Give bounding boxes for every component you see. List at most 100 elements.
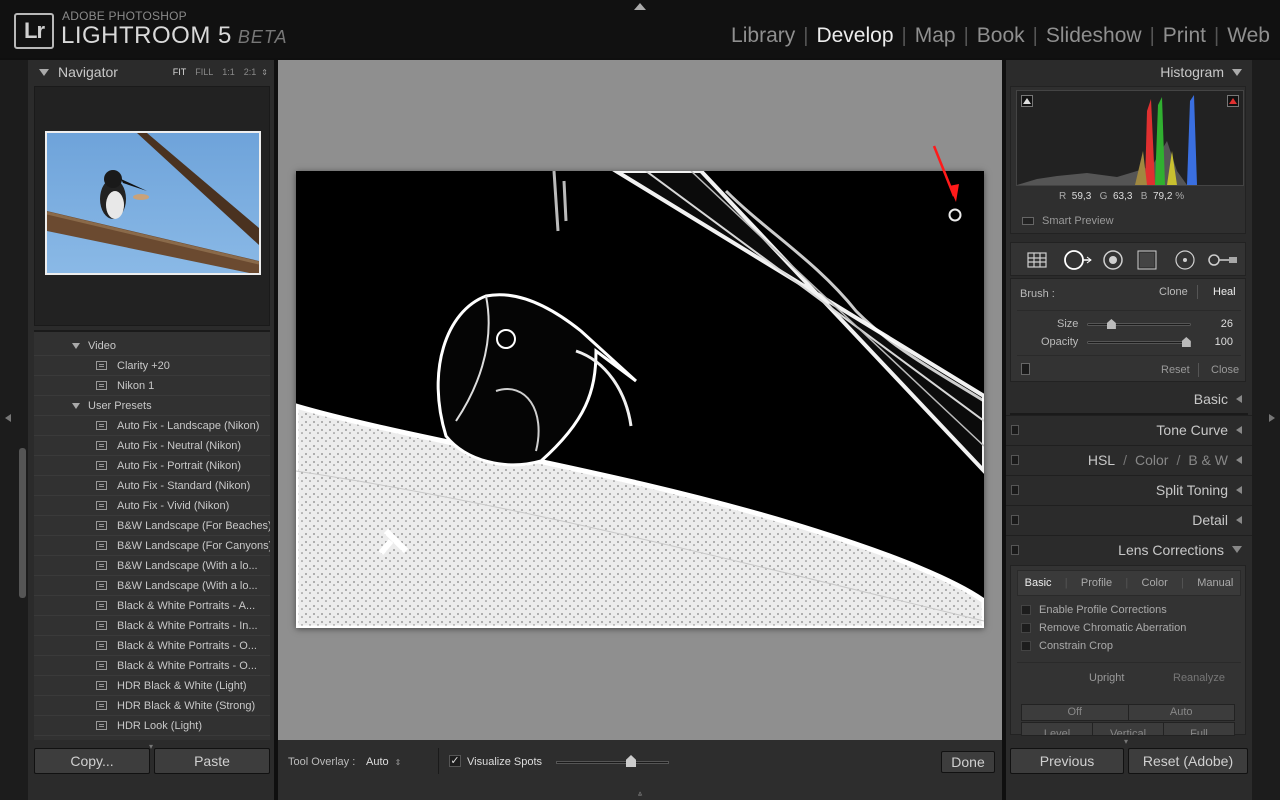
upright-level-button[interactable]: Level xyxy=(1022,723,1093,735)
shadow-clipping-toggle[interactable] xyxy=(1021,95,1033,107)
zoom-fill[interactable]: FILL xyxy=(195,67,213,77)
color-title[interactable]: Color xyxy=(1135,452,1168,468)
preset-item[interactable]: Black & White Portraits - O... xyxy=(34,656,270,676)
checkbox[interactable] xyxy=(1021,641,1031,651)
zoom-stepper-icon[interactable]: ⇕ xyxy=(261,68,268,77)
preset-item[interactable]: HDR Black & White (Strong) xyxy=(34,696,270,716)
navigator-thumbnail[interactable] xyxy=(45,131,261,275)
zoom-2-1[interactable]: 2:1 xyxy=(244,67,257,77)
size-value[interactable]: 26 xyxy=(1199,318,1233,330)
histogram-header[interactable]: Histogram xyxy=(1006,60,1252,84)
lens-tab-manual[interactable]: Manual xyxy=(1197,577,1233,589)
tool-overlay-select[interactable]: Auto ⇕ xyxy=(366,756,401,768)
preset-item[interactable]: Black & White Portraits - O... xyxy=(34,636,270,656)
tool-switch-icon[interactable] xyxy=(1021,363,1030,375)
preset-item[interactable]: Auto Fix - Neutral (Nikon) xyxy=(34,436,270,456)
constrain-crop-option[interactable]: Constrain Crop xyxy=(1021,640,1113,652)
hsl-title[interactable]: HSL xyxy=(1088,452,1115,468)
size-slider[interactable] xyxy=(1087,323,1191,326)
visualize-spots-image[interactable] xyxy=(296,171,984,628)
clone-option[interactable]: Clone xyxy=(1159,286,1188,298)
panel-switch-icon[interactable] xyxy=(1011,515,1019,525)
preset-item[interactable]: Auto Fix - Portrait (Nikon) xyxy=(34,456,270,476)
lens-tab-color[interactable]: Color xyxy=(1142,577,1168,589)
red-eye-icon[interactable] xyxy=(1101,249,1125,271)
size-slider-thumb[interactable] xyxy=(1106,319,1116,329)
histogram-graph[interactable] xyxy=(1016,90,1244,186)
module-library[interactable]: Library xyxy=(723,24,803,48)
panel-switch-icon[interactable] xyxy=(1011,425,1019,435)
bw-title[interactable]: B & W xyxy=(1188,452,1228,468)
preset-folder[interactable]: User Presets xyxy=(34,396,270,416)
module-print[interactable]: Print xyxy=(1155,24,1214,48)
adjustment-brush-icon[interactable] xyxy=(1207,250,1239,270)
left-scrollbar[interactable] xyxy=(19,448,26,598)
navigator-header[interactable]: Navigator FIT FILL 1:1 2:1 ⇕ xyxy=(28,60,274,84)
left-panel-toggle-icon[interactable] xyxy=(5,414,11,422)
upright-vertical-button[interactable]: Vertical xyxy=(1093,723,1164,735)
radial-filter-icon[interactable] xyxy=(1173,249,1197,271)
done-button[interactable]: Done xyxy=(941,751,995,773)
preset-folder[interactable]: Video xyxy=(34,336,270,356)
module-slideshow[interactable]: Slideshow xyxy=(1038,24,1150,48)
paste-button[interactable]: Paste xyxy=(154,748,270,774)
visualize-spots-checkbox[interactable]: ✓ xyxy=(449,755,461,767)
module-map[interactable]: Map xyxy=(907,24,964,48)
close-link[interactable]: Close xyxy=(1211,364,1239,376)
reset-link[interactable]: Reset xyxy=(1161,364,1190,376)
preset-item[interactable]: B&W Landscape (For Canyons) xyxy=(34,536,270,556)
module-book[interactable]: Book xyxy=(969,24,1033,48)
panel-switch-icon[interactable] xyxy=(1011,485,1019,495)
reanalyze-button[interactable]: Reanalyze xyxy=(1173,672,1225,684)
enable-profile-corrections-option[interactable]: Enable Profile Corrections xyxy=(1021,604,1167,616)
panel-switch-icon[interactable] xyxy=(1011,545,1019,555)
tone-curve-section-header[interactable]: Tone Curve xyxy=(1006,415,1252,443)
top-panel-toggle-icon[interactable] xyxy=(634,3,646,10)
crop-overlay-icon[interactable] xyxy=(1026,250,1048,270)
preset-item[interactable]: Auto Fix - Standard (Nikon) xyxy=(34,476,270,496)
opacity-slider[interactable] xyxy=(1087,341,1191,344)
copy-button[interactable]: Copy... xyxy=(34,748,150,774)
lens-tab-profile[interactable]: Profile xyxy=(1081,577,1112,589)
hsl-section-header[interactable]: HSL / Color / B & W xyxy=(1006,445,1252,473)
panel-switch-icon[interactable] xyxy=(1011,455,1019,465)
detail-section-header[interactable]: Detail xyxy=(1006,505,1252,533)
module-develop[interactable]: Develop xyxy=(808,24,901,48)
spot-removal-icon[interactable] xyxy=(1063,249,1093,271)
preset-item[interactable]: HDR Black & White (Light) xyxy=(34,676,270,696)
highlight-clipping-toggle[interactable] xyxy=(1227,95,1239,107)
folder-triangle-icon[interactable] xyxy=(72,342,80,349)
lens-tab-basic[interactable]: Basic xyxy=(1025,577,1052,589)
right-scroll-arrow-icon[interactable]: ▾ xyxy=(1124,737,1128,746)
opacity-slider-thumb[interactable] xyxy=(1181,337,1191,347)
preset-item[interactable]: B&W Landscape (For Beaches) xyxy=(34,516,270,536)
right-panel-toggle-icon[interactable] xyxy=(1269,414,1275,422)
visualize-threshold-slider[interactable] xyxy=(556,761,669,764)
split-toning-section-header[interactable]: Split Toning xyxy=(1006,475,1252,503)
preset-item[interactable]: Auto Fix - Vivid (Nikon) xyxy=(34,496,270,516)
preset-item[interactable]: Clarity +20 xyxy=(34,356,270,376)
preset-item[interactable]: Black & White Portraits - In... xyxy=(34,616,270,636)
remove-chromatic-aberration-option[interactable]: Remove Chromatic Aberration xyxy=(1021,622,1186,634)
folder-triangle-icon[interactable] xyxy=(72,402,80,409)
preset-item[interactable]: Auto Fix - Landscape (Nikon) xyxy=(34,416,270,436)
graduated-filter-icon[interactable] xyxy=(1135,248,1159,272)
heal-option[interactable]: Heal xyxy=(1213,286,1236,298)
module-web[interactable]: Web xyxy=(1219,24,1270,48)
upright-auto-button[interactable]: Auto xyxy=(1128,705,1234,720)
previous-button[interactable]: Previous xyxy=(1010,748,1124,774)
upright-off-button[interactable]: Off xyxy=(1022,705,1129,720)
preset-item[interactable]: B&W Landscape (With a lo... xyxy=(34,556,270,576)
upright-full-button[interactable]: Full xyxy=(1164,723,1234,735)
checkbox[interactable] xyxy=(1021,623,1031,633)
checkbox[interactable] xyxy=(1021,605,1031,615)
opacity-value[interactable]: 100 xyxy=(1199,336,1233,348)
preset-item[interactable]: Nikon 1 xyxy=(34,376,270,396)
preset-item[interactable]: HDR Look (Light) xyxy=(34,716,270,736)
bottom-panel-toggle-icon[interactable]: ⩓ xyxy=(634,789,646,798)
lens-corrections-section-header[interactable]: Lens Corrections xyxy=(1006,535,1252,563)
slider-thumb[interactable] xyxy=(626,755,636,767)
preset-item[interactable]: Black & White Portraits - A... xyxy=(34,596,270,616)
zoom-fit[interactable]: FIT xyxy=(173,67,187,77)
reset-adobe-button[interactable]: Reset (Adobe) xyxy=(1128,748,1248,774)
